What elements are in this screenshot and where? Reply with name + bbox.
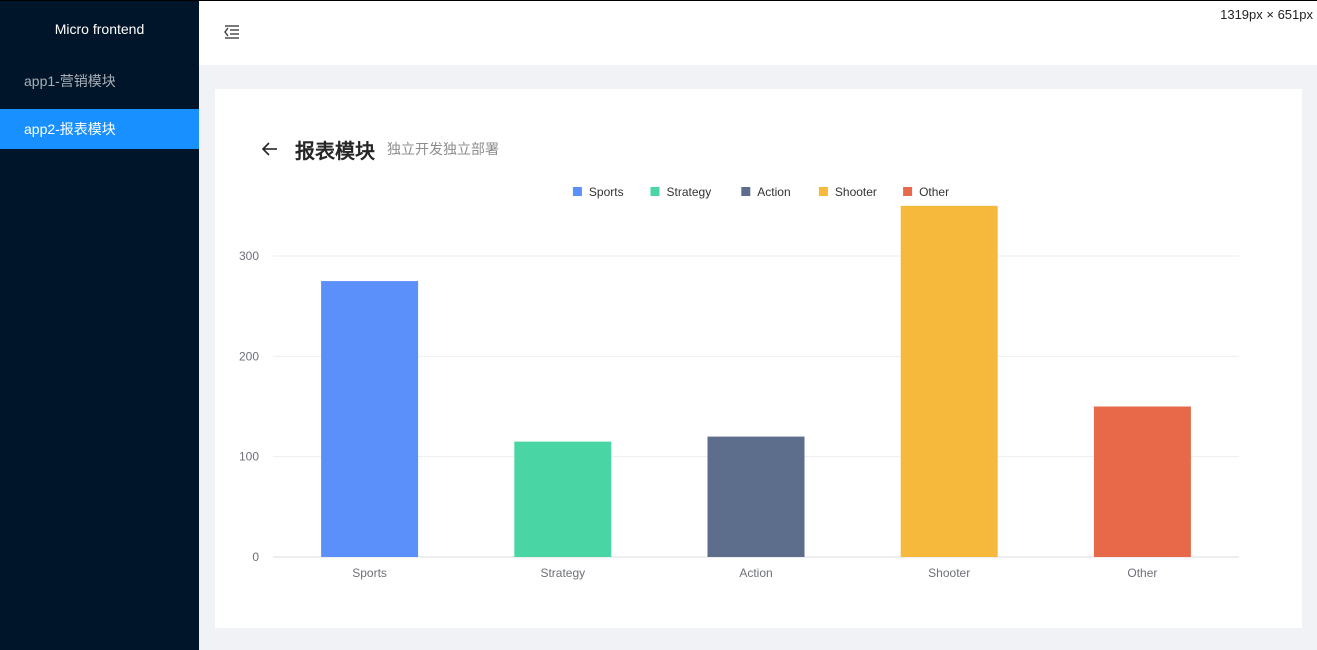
viewport-size-label: 1319px × 651px <box>1220 7 1313 22</box>
x-tick-label: Shooter <box>928 566 970 580</box>
bar-shooter <box>900 205 998 557</box>
x-tick-label: Sports <box>352 566 387 580</box>
legend-swatch <box>572 187 582 196</box>
legend-item-label: Other <box>919 185 949 199</box>
bar-strategy <box>514 441 612 557</box>
x-tick-label: Action <box>739 566 772 580</box>
x-tick-label: Strategy <box>540 566 585 580</box>
legend-item-label: Sports <box>589 185 624 199</box>
legend-swatch <box>650 187 660 196</box>
legend-swatch <box>741 187 751 196</box>
y-tick-label: 100 <box>239 450 259 464</box>
bar-chart: 0 100 200 300 Sports Strategy Action Shooter Oth… <box>239 185 1239 580</box>
legend-item-label: Action <box>757 185 790 199</box>
sidebar: Micro frontend app1-营销模块 app2-报表模块 <box>0 1 199 650</box>
bar-sports <box>321 281 419 557</box>
y-tick-label: 200 <box>239 349 259 363</box>
sidebar-item-app1[interactable]: app1-营销模块 <box>0 61 199 101</box>
brand-title: Micro frontend <box>54 21 145 37</box>
legend-swatch <box>903 187 913 196</box>
y-tick-label: 300 <box>239 249 259 263</box>
sidebar-item-app2[interactable]: app2-报表模块 <box>0 109 199 149</box>
bar-action <box>707 436 805 557</box>
top-header: 1319px × 651px <box>199 1 1317 65</box>
legend-swatch <box>818 187 828 196</box>
x-tick-label: Other <box>1127 566 1157 580</box>
menu-fold-icon[interactable] <box>223 23 241 41</box>
legend-item-label: Strategy <box>667 185 712 199</box>
legend-item-label: Shooter <box>835 185 877 199</box>
y-tick-label: 0 <box>252 550 259 564</box>
bar-other <box>1093 406 1191 557</box>
report-card: 报表模块 独立开发独立部署 0 100 200 300 Sports Strategy Ac… <box>215 89 1302 628</box>
sidebar-menu: app1-营销模块 app2-报表模块 <box>0 61 199 149</box>
